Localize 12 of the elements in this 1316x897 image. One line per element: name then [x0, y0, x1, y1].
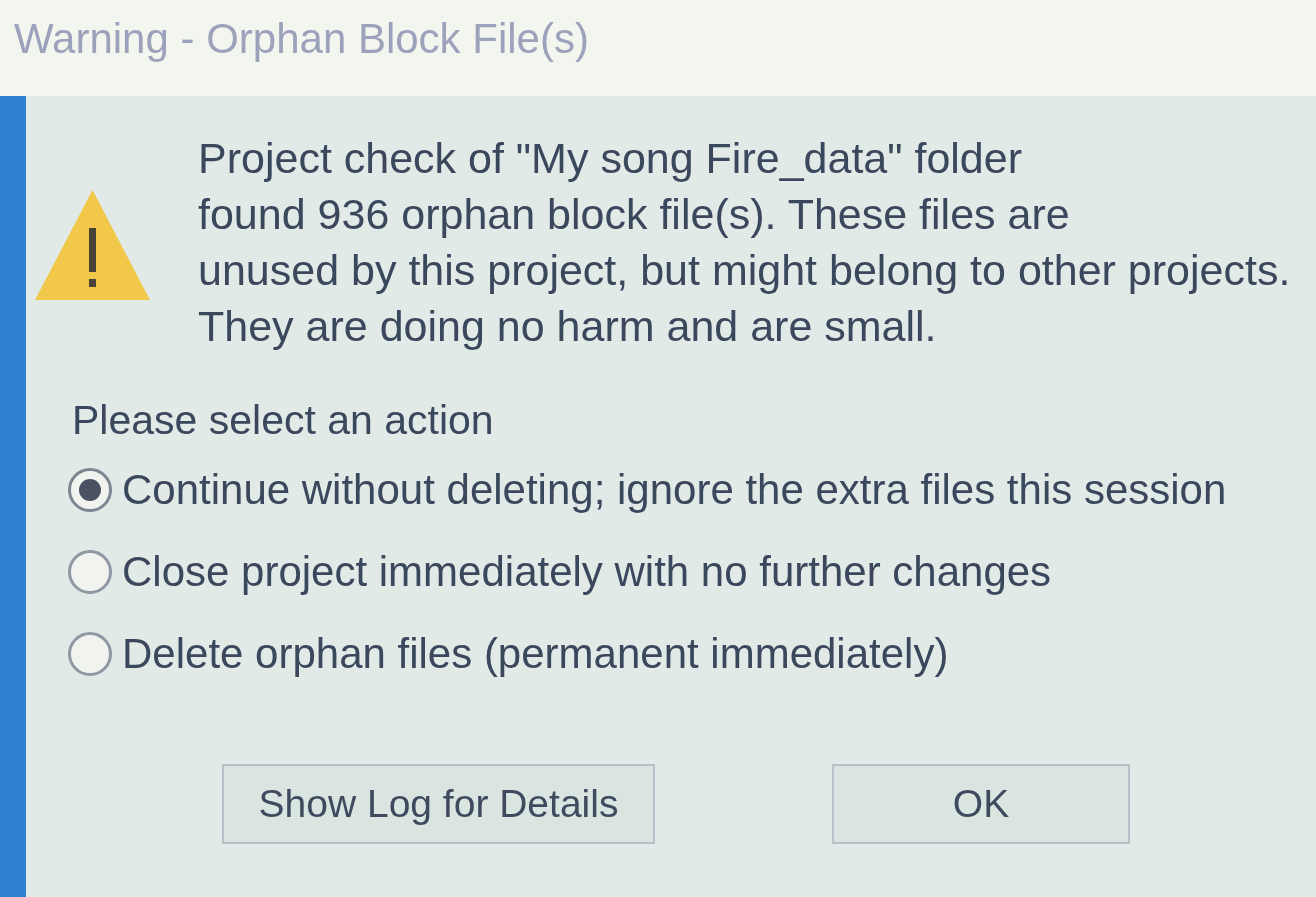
warning-message: Project check of "My song Fire_data" folder found 936 orphan block file(s). These files are unused by this project, but might belong to other projects. They are doing no harm and are small.	[198, 133, 1291, 352]
radio-button[interactable]	[68, 550, 112, 594]
radio-button[interactable]	[68, 468, 112, 512]
radio-option[interactable]: Continue without deleting; ignore the extra files this session	[68, 462, 1227, 518]
window-title: Warning - Orphan Block File(s)	[14, 14, 589, 64]
dialog-button[interactable]: Show Log for Details	[222, 764, 655, 844]
dialog-button[interactable]: OK	[832, 764, 1130, 844]
radio-button[interactable]	[68, 632, 112, 676]
prompt-label: Please select an action	[72, 396, 494, 445]
warning-icon	[35, 190, 150, 300]
radio-option[interactable]: Close project immediately with no further changes	[68, 544, 1052, 600]
radio-option[interactable]: Delete orphan files (permanent immediately)	[68, 626, 949, 682]
